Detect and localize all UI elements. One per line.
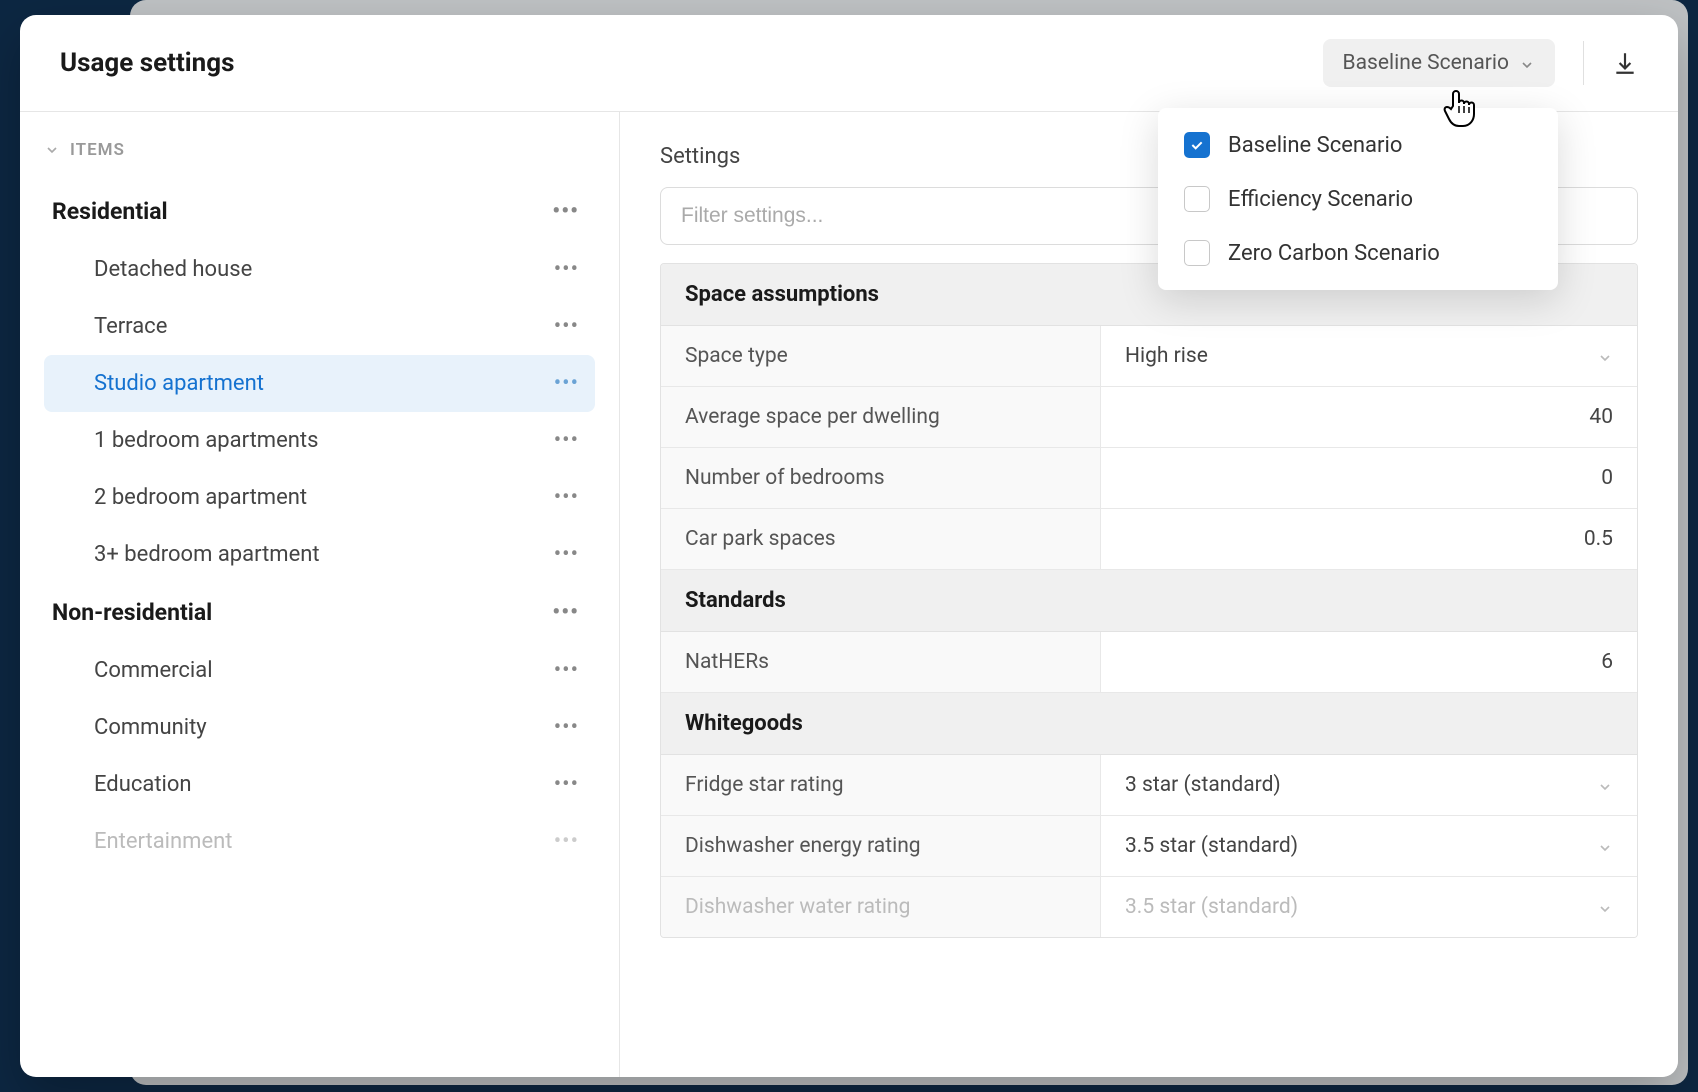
item-education[interactable]: Education •••: [44, 756, 595, 813]
setting-label: Dishwasher water rating: [661, 877, 1101, 937]
dish-water-select[interactable]: 3.5 star (standard): [1101, 877, 1637, 937]
row-carpark: Car park spaces 0.5: [661, 509, 1637, 570]
items-label: ITEMS: [70, 140, 125, 160]
dish-energy-select[interactable]: 3.5 star (standard): [1101, 816, 1637, 876]
setting-label: Fridge star rating: [661, 755, 1101, 815]
fade-overlay: [620, 1017, 1678, 1077]
item-community[interactable]: Community •••: [44, 699, 595, 756]
category-residential[interactable]: Residential •••: [44, 182, 595, 241]
sidebar: ITEMS Residential ••• Detached house •••…: [20, 112, 620, 1077]
section-standards: Standards: [661, 570, 1637, 632]
more-icon[interactable]: •••: [554, 542, 579, 567]
setting-label: Car park spaces: [661, 509, 1101, 569]
divider: [1583, 41, 1584, 85]
chevron-down-icon: [1597, 838, 1613, 854]
category-non-residential[interactable]: Non-residential •••: [44, 583, 595, 642]
more-icon[interactable]: •••: [552, 600, 579, 625]
setting-label: Average space per dwelling: [661, 387, 1101, 447]
menu-option-baseline[interactable]: Baseline Scenario: [1158, 118, 1558, 172]
more-icon[interactable]: •••: [552, 199, 579, 224]
page-title: Usage settings: [60, 48, 234, 78]
settings-table: Space assumptions Space type High rise A…: [660, 263, 1638, 938]
items-collapse-header[interactable]: ITEMS: [20, 140, 619, 182]
more-icon[interactable]: •••: [554, 715, 579, 740]
bedrooms-value[interactable]: 0: [1101, 448, 1637, 508]
setting-label: Dishwasher energy rating: [661, 816, 1101, 876]
scenario-select-label: Baseline Scenario: [1343, 51, 1509, 75]
row-dish-water: Dishwasher water rating 3.5 star (standa…: [661, 877, 1637, 937]
setting-label: Number of bedrooms: [661, 448, 1101, 508]
chevron-down-icon: [1597, 777, 1613, 793]
more-icon[interactable]: •••: [554, 772, 579, 797]
row-fridge: Fridge star rating 3 star (standard): [661, 755, 1637, 816]
chevron-down-icon: [1597, 899, 1613, 915]
item-2-bedroom[interactable]: 2 bedroom apartment •••: [44, 469, 595, 526]
chevron-down-icon: [44, 142, 60, 158]
more-icon[interactable]: •••: [554, 371, 579, 396]
setting-label: NatHERs: [661, 632, 1101, 692]
scenario-select[interactable]: Baseline Scenario: [1323, 39, 1555, 87]
row-bedrooms: Number of bedrooms 0: [661, 448, 1637, 509]
item-3-bedroom[interactable]: 3+ bedroom apartment •••: [44, 526, 595, 583]
more-icon[interactable]: •••: [554, 658, 579, 683]
carpark-value[interactable]: 0.5: [1101, 509, 1637, 569]
item-detached-house[interactable]: Detached house •••: [44, 241, 595, 298]
more-icon[interactable]: •••: [554, 257, 579, 282]
more-icon[interactable]: •••: [554, 428, 579, 453]
more-icon[interactable]: •••: [554, 314, 579, 339]
menu-option-zero-carbon[interactable]: Zero Carbon Scenario: [1158, 226, 1558, 280]
checkbox-icon: [1184, 186, 1210, 212]
item-commercial[interactable]: Commercial •••: [44, 642, 595, 699]
more-icon[interactable]: •••: [554, 829, 579, 854]
space-type-select[interactable]: High rise: [1101, 326, 1637, 386]
item-1-bedroom[interactable]: 1 bedroom apartments •••: [44, 412, 595, 469]
row-dish-energy: Dishwasher energy rating 3.5 star (stand…: [661, 816, 1637, 877]
dialog-header: Usage settings Baseline Scenario: [20, 15, 1678, 112]
row-space-type: Space type High rise: [661, 326, 1637, 387]
tree: Residential ••• Detached house ••• Terra…: [20, 182, 619, 870]
row-nathers: NatHERs 6: [661, 632, 1637, 693]
header-actions: Baseline Scenario: [1323, 39, 1638, 87]
scenario-dropdown-menu: Baseline Scenario Efficiency Scenario Ze…: [1158, 108, 1558, 290]
setting-label: Space type: [661, 326, 1101, 386]
avg-space-value[interactable]: 40: [1101, 387, 1637, 447]
row-avg-space: Average space per dwelling 40: [661, 387, 1637, 448]
section-whitegoods: Whitegoods: [661, 693, 1637, 755]
more-icon[interactable]: •••: [554, 485, 579, 510]
chevron-down-icon: [1519, 55, 1535, 71]
checkbox-icon: [1184, 240, 1210, 266]
nathers-value[interactable]: 6: [1101, 632, 1637, 692]
item-entertainment[interactable]: Entertainment •••: [44, 813, 595, 870]
menu-option-efficiency[interactable]: Efficiency Scenario: [1158, 172, 1558, 226]
item-terrace[interactable]: Terrace •••: [44, 298, 595, 355]
item-studio-apartment[interactable]: Studio apartment •••: [44, 355, 595, 412]
download-button[interactable]: [1612, 50, 1638, 76]
fridge-select[interactable]: 3 star (standard): [1101, 755, 1637, 815]
checkbox-checked-icon: [1184, 132, 1210, 158]
chevron-down-icon: [1597, 348, 1613, 364]
